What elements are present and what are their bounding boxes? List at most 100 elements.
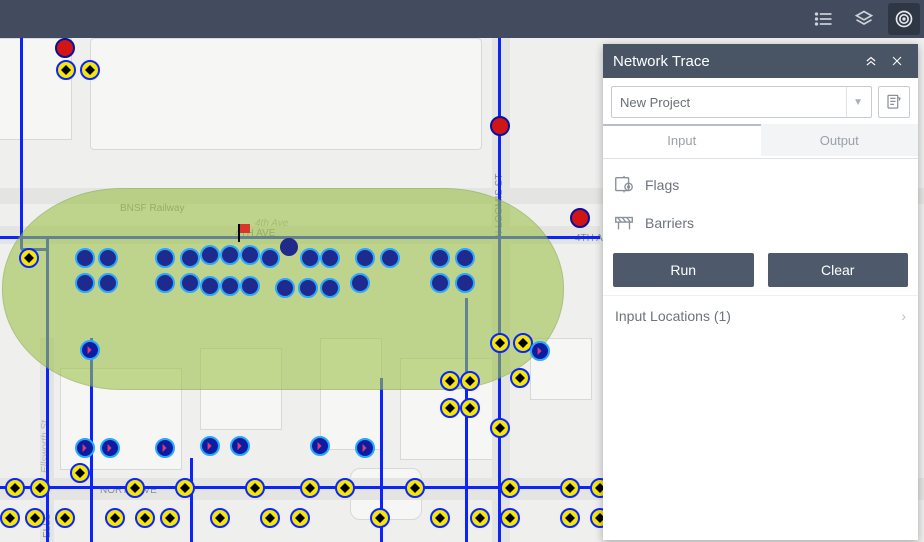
run-button[interactable]: Run [613,253,754,287]
service-node[interactable] [380,248,400,268]
service-node[interactable] [75,248,95,268]
valve-node[interactable] [405,478,425,498]
service-node[interactable] [455,273,475,293]
meter-node[interactable] [200,436,220,456]
service-node[interactable] [200,276,220,296]
clear-button[interactable]: Clear [768,253,909,287]
tab-input[interactable]: Input [603,124,761,158]
layers-icon[interactable] [848,3,880,35]
valve-node[interactable] [25,508,45,528]
valve-node[interactable] [70,463,90,483]
valve-node[interactable] [500,508,520,528]
service-node[interactable] [300,248,320,268]
valve-node[interactable] [440,371,460,391]
project-selected-label: New Project [620,95,690,110]
service-node[interactable] [298,278,318,298]
building-block [200,348,282,430]
valve-node[interactable] [440,398,460,418]
valve-node[interactable] [125,478,145,498]
barriers-tool[interactable]: Barriers [613,205,908,241]
service-node[interactable] [320,278,340,298]
service-node[interactable] [155,273,175,293]
valve-node[interactable] [510,368,530,388]
service-node[interactable] [275,278,295,298]
input-locations-label: Input Locations (1) [615,308,731,324]
meter-node[interactable] [100,438,120,458]
valve-node[interactable] [290,508,310,528]
valve-node[interactable] [245,478,265,498]
meter-node[interactable] [75,438,95,458]
service-node[interactable] [430,248,450,268]
chevron-right-icon: › [901,308,906,324]
hydrant-node[interactable] [55,38,75,58]
service-node[interactable] [200,245,220,265]
valve-node[interactable] [560,508,580,528]
meter-node[interactable] [155,438,175,458]
meter-node[interactable] [355,438,375,458]
valve-node[interactable] [160,508,180,528]
valve-node[interactable] [135,508,155,528]
trace-tool-icon[interactable] [888,3,920,35]
valve-node[interactable] [19,248,39,268]
service-node[interactable] [320,248,340,268]
input-locations-row[interactable]: Input Locations (1) › [603,295,918,336]
service-node[interactable] [180,248,200,268]
valve-node[interactable] [370,508,390,528]
valve-node[interactable] [0,508,20,528]
valve-node[interactable] [460,371,480,391]
service-node[interactable] [260,248,280,268]
service-node[interactable] [220,245,240,265]
list-icon[interactable] [808,3,840,35]
service-node[interactable] [180,273,200,293]
road-4th-ave [0,226,600,244]
hydrant-node[interactable] [570,208,590,228]
service-node[interactable] [455,248,475,268]
pipe [190,458,193,542]
valve-node[interactable] [460,398,480,418]
valve-node[interactable] [210,508,230,528]
top-toolbar [0,0,924,38]
service-node[interactable] [98,248,118,268]
valve-node[interactable] [430,508,450,528]
meter-node[interactable] [230,436,250,456]
pipe [465,298,468,542]
service-node[interactable] [430,273,450,293]
panel-header: Network Trace [603,44,918,78]
valve-node[interactable] [335,478,355,498]
meter-node[interactable] [310,436,330,456]
valve-node[interactable] [300,478,320,498]
valve-node[interactable] [560,478,580,498]
valve-node[interactable] [80,60,100,80]
hydrant-node[interactable] [490,116,510,136]
close-icon[interactable] [886,50,908,72]
meter-node[interactable] [80,340,100,360]
network-trace-panel: Network Trace New Project ▼ Input Output [603,44,918,540]
valve-node[interactable] [105,508,125,528]
collapse-icon[interactable] [860,50,882,72]
valve-node[interactable] [260,508,280,528]
flags-icon [613,174,635,196]
service-node[interactable] [350,273,370,293]
service-node[interactable] [75,273,95,293]
service-node[interactable] [98,273,118,293]
service-node[interactable] [240,276,260,296]
service-node[interactable] [355,248,375,268]
tab-output[interactable]: Output [761,124,919,156]
valve-node[interactable] [175,478,195,498]
valve-node[interactable] [490,418,510,438]
valve-node[interactable] [470,508,490,528]
service-node[interactable] [155,248,175,268]
valve-node[interactable] [55,508,75,528]
project-select[interactable]: New Project ▼ [611,86,872,118]
valve-node[interactable] [500,478,520,498]
valve-node[interactable] [56,60,76,80]
service-node[interactable] [220,276,240,296]
service-node[interactable] [240,245,260,265]
meter-node[interactable] [530,341,550,361]
valve-node[interactable] [30,478,50,498]
new-project-button[interactable] [878,86,910,118]
flags-tool[interactable]: Flags [613,167,908,203]
valve-node[interactable] [490,333,510,353]
input-flag-icon[interactable] [238,224,252,242]
valve-node[interactable] [5,478,25,498]
